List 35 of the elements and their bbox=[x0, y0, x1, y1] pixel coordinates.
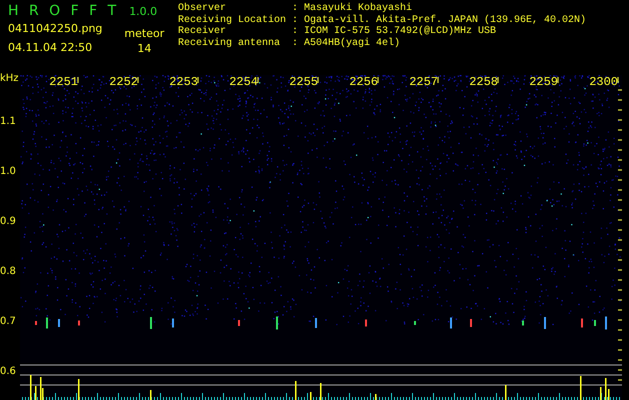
axis-unit: kHz bbox=[0, 72, 20, 86]
info-label: Receiving Location bbox=[178, 14, 288, 26]
version-label: 1.0.0 bbox=[129, 5, 158, 18]
time-axis-label: 2259 bbox=[528, 75, 559, 89]
app-title: H R O F F T bbox=[8, 3, 120, 19]
meteor-label: meteor bbox=[124, 27, 164, 40]
y-axis-label: 0.7 bbox=[0, 315, 17, 329]
info-separator: : bbox=[292, 26, 300, 38]
time-axis-label: 2254 bbox=[228, 75, 259, 89]
meteor-count: 14 bbox=[137, 42, 152, 55]
y-axis-label: 1.0 bbox=[0, 165, 17, 179]
time-axis-label: 2251 bbox=[48, 75, 79, 89]
info-separator: : bbox=[292, 14, 300, 26]
info-separator: : bbox=[292, 3, 300, 14]
y-axis-label: 0.9 bbox=[0, 215, 17, 229]
time-axis-label: 2252 bbox=[108, 75, 139, 89]
info-value: Ogata-vill. Akita-Pref. JAPAN (139.96E, 40.02N) bbox=[304, 14, 586, 26]
time-axis-label: 2258 bbox=[468, 75, 499, 89]
time-axis-label: 2257 bbox=[408, 75, 439, 89]
info-separator: : bbox=[292, 38, 300, 49]
info-label: Receiver bbox=[178, 26, 228, 38]
date-time: 04.11.04 22:50 bbox=[8, 41, 94, 54]
info-value: ICOM IC-575 53.7492(@LCD)MHz USB bbox=[304, 26, 496, 38]
info-label: Observer bbox=[178, 3, 228, 14]
time-axis-label: 2300 bbox=[588, 75, 619, 89]
info-value: Masayuki Kobayashi bbox=[304, 3, 412, 14]
info-label: Receiving antenna bbox=[178, 38, 282, 49]
y-axis-label: 0.6 bbox=[0, 365, 17, 379]
info-value: A504HB(yagi 4el) bbox=[304, 38, 400, 49]
y-axis-label: 1.1 bbox=[0, 115, 17, 129]
time-axis-label: 2253 bbox=[168, 75, 199, 89]
y-axis-label: 0.8 bbox=[0, 265, 17, 279]
file-name: 0411042250.png bbox=[8, 22, 102, 35]
time-axis-label: 2255 bbox=[288, 75, 319, 89]
time-axis-label: 2256 bbox=[348, 75, 379, 89]
